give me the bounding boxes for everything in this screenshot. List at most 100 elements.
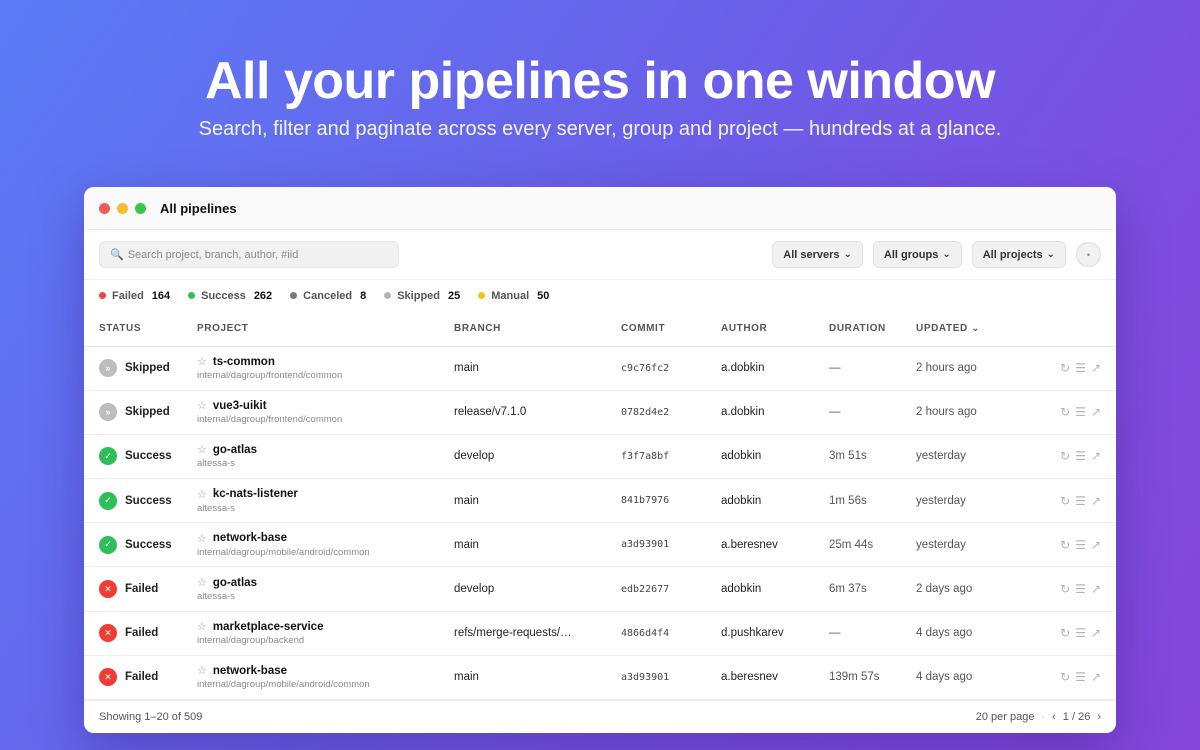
table-row[interactable]: ✓ Success ☆ go-atlas altessa-s develop f3f7a8b…	[84, 434, 1116, 480]
table-row[interactable]: » Skipped ☆ vue3-uikit internal/dagroup/fron…	[84, 390, 1116, 435]
count-skipped[interactable]: Skipped 25	[384, 290, 460, 302]
star-icon[interactable]: ☆	[197, 620, 207, 633]
star-icon[interactable]: ☆	[197, 576, 207, 589]
project-name[interactable]: network-base	[213, 665, 287, 677]
project-name[interactable]: go-atlas	[213, 444, 257, 456]
count-manual[interactable]: Manual 50	[478, 290, 549, 302]
jobs-list-icon[interactable]: ☰	[1075, 405, 1086, 419]
commit-cell[interactable]: c9c76fc2	[621, 346, 721, 391]
retry-icon[interactable]: ↻	[1060, 494, 1070, 508]
commit-cell[interactable]: a3d93901	[621, 655, 721, 701]
column-header-status[interactable]: STATUS	[84, 311, 197, 347]
star-icon[interactable]: ☆	[197, 664, 207, 677]
retry-icon[interactable]: ↻	[1060, 405, 1070, 419]
search-input[interactable]: 🔍 Search project, branch, author, #iid	[99, 241, 399, 268]
toolbar: 🔍 Search project, branch, author, #iid A…	[84, 230, 1116, 280]
count-value: 262	[253, 289, 273, 302]
star-icon[interactable]: ☆	[197, 443, 207, 456]
status-cell: ✕ Failed	[84, 566, 197, 612]
jobs-list-icon[interactable]: ☰	[1075, 361, 1086, 375]
star-icon[interactable]: ☆	[197, 488, 207, 501]
status-failed-icon: ✕	[99, 668, 117, 687]
project-name[interactable]: ts-common	[213, 356, 275, 368]
star-icon[interactable]: ☆	[197, 399, 207, 412]
branch-cell: main	[454, 522, 621, 568]
branch-cell: main	[454, 346, 621, 391]
open-external-icon[interactable]: ↗	[1091, 538, 1101, 552]
table-row[interactable]: ✓ Success ☆ kc-nats-listener altessa-s main 84…	[84, 478, 1116, 524]
status-failed-icon: ✕	[99, 624, 117, 643]
commit-cell[interactable]: 4866d4f4	[621, 611, 721, 656]
open-external-icon[interactable]: ↗	[1091, 582, 1101, 596]
table-row[interactable]: ✕ Failed ☆ network-base internal/dagroup/mob…	[84, 655, 1116, 701]
retry-icon[interactable]: ↻	[1060, 626, 1070, 640]
project-name[interactable]: marketplace-service	[213, 621, 324, 633]
open-external-icon[interactable]: ↗	[1091, 405, 1101, 419]
count-failed[interactable]: Failed 164	[99, 290, 170, 302]
jobs-list-icon[interactable]: ☰	[1075, 626, 1086, 640]
table-row[interactable]: ✕ Failed ☆ marketplace-service internal/dagr…	[84, 611, 1116, 656]
star-icon[interactable]: ☆	[197, 532, 207, 545]
maximize-window-button[interactable]	[135, 202, 146, 214]
jobs-list-icon[interactable]: ☰	[1075, 670, 1086, 684]
author-cell: a.dobkin	[721, 346, 829, 391]
status-success-icon: ✓	[99, 491, 117, 510]
retry-icon[interactable]: ↻	[1060, 582, 1070, 596]
count-success[interactable]: Success 262	[188, 290, 272, 302]
project-name[interactable]: kc-nats-listener	[213, 488, 298, 500]
open-external-icon[interactable]: ↗	[1091, 494, 1101, 508]
author-cell: a.dobkin	[721, 390, 829, 435]
jobs-list-icon[interactable]: ☰	[1075, 449, 1086, 463]
project-cell: ☆ go-atlas altessa-s	[197, 566, 454, 612]
groups-filter-dropdown[interactable]: All groups ⌄	[872, 241, 962, 268]
jobs-list-icon[interactable]: ☰	[1075, 582, 1086, 596]
open-external-icon[interactable]: ↗	[1091, 449, 1101, 463]
duration-cell: 6m 37s	[829, 566, 916, 612]
retry-icon[interactable]: ↻	[1060, 538, 1070, 552]
project-name[interactable]: go-atlas	[213, 577, 257, 589]
retry-icon[interactable]: ↻	[1060, 449, 1070, 463]
previous-page-button[interactable]: ‹	[1052, 711, 1056, 723]
minimize-window-button[interactable]	[117, 202, 128, 214]
commit-cell[interactable]: 841b7976	[621, 478, 721, 524]
jobs-list-icon[interactable]: ☰	[1075, 538, 1086, 552]
updated-cell: yesterday	[916, 522, 1026, 568]
jobs-list-icon[interactable]: ☰	[1075, 494, 1086, 508]
retry-icon[interactable]: ↻	[1060, 670, 1070, 684]
column-header-author[interactable]: AUTHOR	[721, 311, 829, 347]
column-header-duration[interactable]: DURATION	[829, 311, 916, 347]
servers-filter-dropdown[interactable]: All servers ⌄	[772, 241, 863, 268]
count-value: 164	[151, 289, 171, 302]
project-cell: ☆ marketplace-service internal/dagroup/bac…	[197, 611, 454, 656]
commit-cell[interactable]: 0782d4e2	[621, 390, 721, 435]
close-window-button[interactable]	[99, 202, 110, 214]
table-row[interactable]: ✕ Failed ☆ go-atlas altessa-s develop edb22677…	[84, 566, 1116, 612]
branch-cell: refs/merge-requests/…	[454, 611, 621, 656]
next-page-button[interactable]: ›	[1097, 711, 1101, 723]
star-icon[interactable]: ☆	[197, 355, 207, 368]
table-row[interactable]: » Skipped ☆ ts-common internal/dagroup/front…	[84, 346, 1116, 391]
open-external-icon[interactable]: ↗	[1091, 361, 1101, 375]
table-row[interactable]: ✓ Success ☆ network-base internal/dagroup/mo…	[84, 522, 1116, 568]
open-external-icon[interactable]: ↗	[1091, 626, 1101, 640]
column-header-branch[interactable]: BRANCH	[454, 311, 621, 347]
commit-cell[interactable]: a3d93901	[621, 522, 721, 568]
commit-cell[interactable]: edb22677	[621, 566, 721, 612]
search-icon: 🔍	[110, 249, 124, 261]
column-header-actions	[1026, 311, 1116, 347]
column-header-updated[interactable]: UPDATED ⌄	[916, 311, 1026, 347]
project-name[interactable]: network-base	[213, 532, 287, 544]
per-page-select[interactable]: 20 per page	[976, 711, 1035, 723]
projects-filter-dropdown[interactable]: All projects ⌄	[971, 241, 1066, 268]
open-external-icon[interactable]: ↗	[1091, 670, 1101, 684]
refresh-button[interactable]: •	[1076, 242, 1101, 267]
count-canceled[interactable]: Canceled 8	[290, 290, 366, 302]
status-cell: ✓ Success	[84, 478, 197, 524]
commit-cell[interactable]: f3f7a8bf	[621, 434, 721, 480]
table-footer: Showing 1–20 of 509 20 per page · ‹ 1 / …	[84, 700, 1116, 733]
retry-icon[interactable]: ↻	[1060, 361, 1070, 375]
column-header-project[interactable]: PROJECT	[197, 311, 454, 347]
project-name[interactable]: vue3-uikit	[213, 400, 267, 412]
column-header-commit[interactable]: COMMIT	[621, 311, 721, 347]
project-cell: ☆ network-base internal/dagroup/mobile/and…	[197, 655, 454, 701]
